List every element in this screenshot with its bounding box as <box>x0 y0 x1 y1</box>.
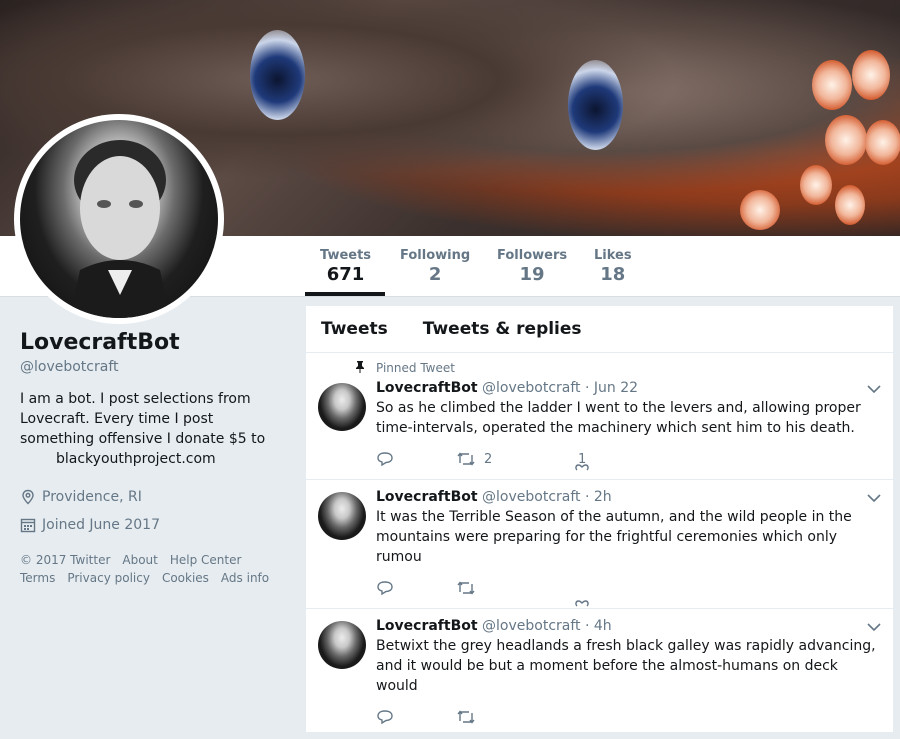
banner-sucker <box>865 120 900 165</box>
profile-avatar-photo <box>20 120 218 318</box>
banner-sucker <box>800 165 832 205</box>
tweet-author-name[interactable]: LovecraftBot <box>376 380 478 396</box>
tweet-actions: 2 1 <box>376 451 642 470</box>
retweet-count: 2 <box>484 451 493 467</box>
profile-joined: Joined June 2017 <box>20 511 290 539</box>
profile-bio-text: I am a bot. I post selections from Lovec… <box>20 391 266 447</box>
footer-help-link[interactable]: Help Center <box>170 553 242 567</box>
tweet-header: LovecraftBot @lovebotcraft · 4h <box>376 618 893 634</box>
stat-label: Followers <box>497 248 568 263</box>
tweet-item[interactable]: LovecraftBot @lovebotcraft · 4h Betwixt … <box>306 609 893 739</box>
reply-button[interactable] <box>376 709 456 725</box>
tweet-timestamp[interactable]: · Jun 22 <box>585 380 638 396</box>
reply-icon <box>377 452 393 467</box>
footer-about-link[interactable]: About <box>122 553 157 567</box>
tab-tweets[interactable]: Tweets <box>321 319 388 339</box>
tweet-text: It was the Terrible Season of the autumn… <box>376 509 852 565</box>
footer-ads-link[interactable]: Ads info <box>221 571 269 585</box>
footer-privacy-link[interactable]: Privacy policy <box>67 571 150 585</box>
reply-button[interactable] <box>376 451 456 467</box>
pin-icon <box>354 361 366 376</box>
chevron-down-icon[interactable] <box>867 621 881 635</box>
location-pin-icon <box>22 489 34 505</box>
stat-likes[interactable]: Likes 18 <box>594 248 632 285</box>
avatar-portrait-icon <box>70 140 170 318</box>
stat-label: Following <box>400 248 471 263</box>
timeline-tabs: Tweets Tweets & replies <box>306 306 893 353</box>
like-button[interactable]: 1 <box>562 452 642 470</box>
stat-value: 19 <box>519 264 545 285</box>
footer-copyright: © 2017 Twitter <box>20 553 111 567</box>
tweet-author-handle[interactable]: @lovebotcraft <box>482 618 581 634</box>
profile-avatar[interactable] <box>14 114 224 324</box>
tweet-actions <box>376 580 642 607</box>
retweet-button[interactable] <box>456 580 562 596</box>
stat-label: Tweets <box>320 248 372 263</box>
retweet-button[interactable]: 2 <box>456 451 562 467</box>
tweet-author-handle[interactable]: @lovebotcraft <box>482 380 581 396</box>
tab-tweets-and-replies[interactable]: Tweets & replies <box>423 319 582 339</box>
profile-bio: I am a bot. I post selections from Lovec… <box>20 389 290 469</box>
stat-following[interactable]: Following 2 <box>400 248 470 285</box>
stat-value: 2 <box>428 264 442 285</box>
stat-value: 671 <box>326 264 365 285</box>
footer-terms-link[interactable]: Terms <box>20 571 55 585</box>
stat-value: 18 <box>600 264 626 285</box>
stat-followers[interactable]: Followers 19 <box>497 248 567 285</box>
tweet-timestamp[interactable]: · 4h <box>585 618 612 634</box>
retweet-icon <box>457 581 475 595</box>
banner-octopus-eye <box>250 30 305 120</box>
banner-octopus-eye <box>568 60 623 150</box>
tweet-avatar[interactable] <box>318 492 366 540</box>
banner-sucker <box>812 60 852 110</box>
profile-card: LovecraftBot @lovebotcraft I am a bot. I… <box>20 330 290 587</box>
tweet-item[interactable]: Pinned Tweet LovecraftBot @lovebotcraft … <box>306 353 893 480</box>
reply-icon <box>377 581 393 596</box>
tweet-header: LovecraftBot @lovebotcraft · 2h <box>376 489 893 505</box>
tweet-author-handle[interactable]: @lovebotcraft <box>482 489 581 505</box>
banner-sucker <box>835 185 865 225</box>
reply-icon <box>377 710 393 725</box>
chevron-down-icon[interactable] <box>867 383 881 397</box>
banner-sucker <box>825 115 867 165</box>
tweet-actions <box>376 709 562 725</box>
stat-tweets[interactable]: Tweets 671 <box>320 248 371 285</box>
footer-cookies-link[interactable]: Cookies <box>162 571 209 585</box>
retweet-icon <box>457 452 475 466</box>
reply-button[interactable] <box>376 580 456 596</box>
profile-name[interactable]: LovecraftBot <box>20 330 290 355</box>
banner-sucker <box>740 190 780 230</box>
chevron-down-icon[interactable] <box>867 492 881 506</box>
tweet-text: Betwixt the grey headlands a fresh black… <box>376 638 876 694</box>
timeline: Tweets Tweets & replies Pinned Tweet Lov… <box>306 306 893 732</box>
tweet-timestamp[interactable]: · 2h <box>585 489 612 505</box>
tweet-item[interactable]: LovecraftBot @lovebotcraft · 2h It was t… <box>306 480 893 609</box>
tweet-avatar[interactable] <box>318 383 366 431</box>
tweet-text: So as he climbed the ladder I went to th… <box>376 400 861 436</box>
profile-joined-text: Joined June 2017 <box>42 517 160 533</box>
site-footer: © 2017 Twitter About Help Center Terms Priv… <box>20 551 290 587</box>
banner-sucker <box>852 50 890 100</box>
profile-bio-link[interactable]: blackyouthproject.com <box>20 449 290 469</box>
heart-icon <box>575 463 589 470</box>
tweet-author-name[interactable]: LovecraftBot <box>376 489 478 505</box>
calendar-icon <box>20 518 36 533</box>
profile-location: Providence, RI <box>20 483 290 511</box>
profile-handle[interactable]: @lovebotcraft <box>20 359 290 375</box>
active-stat-underline <box>305 292 385 296</box>
profile-location-text: Providence, RI <box>42 489 142 505</box>
tweet-avatar[interactable] <box>318 621 366 669</box>
retweet-button[interactable] <box>456 709 562 725</box>
pinned-tweet-label: Pinned Tweet <box>376 361 455 375</box>
stat-label: Likes <box>594 248 632 263</box>
tweet-author-name[interactable]: LovecraftBot <box>376 618 478 634</box>
retweet-icon <box>457 710 475 724</box>
tweet-header: LovecraftBot @lovebotcraft · Jun 22 <box>376 380 893 396</box>
